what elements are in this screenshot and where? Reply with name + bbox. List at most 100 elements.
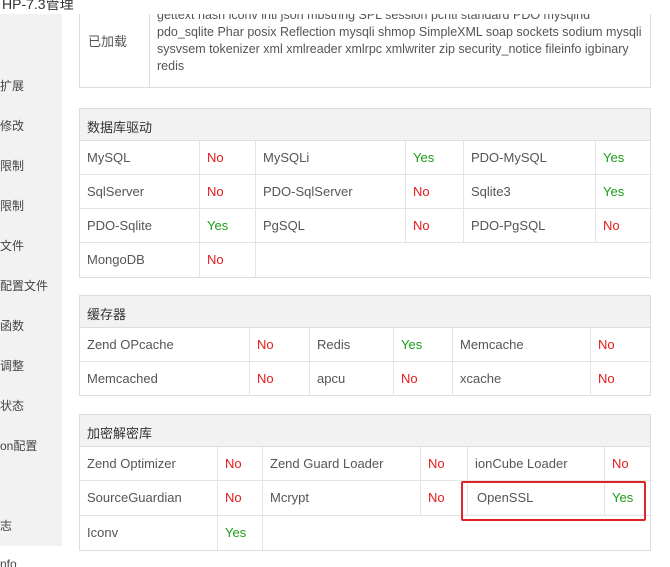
db-driver-grid: MySQL No MySQLi Yes PDO-MySQL Yes SqlSer…: [80, 141, 652, 277]
sidebar-item-phpinfo[interactable]: nfo: [0, 557, 17, 567]
table-cell: Yes: [596, 175, 652, 209]
sidebar-item-files[interactable]: 文件: [0, 237, 24, 254]
crypto-status: No: [428, 456, 445, 471]
table-cell: MySQL: [80, 141, 200, 175]
crypto-status: No: [225, 456, 242, 471]
sidebar-item-log[interactable]: 志: [0, 517, 12, 534]
db-driver-section: 数据库驱动 MySQL No MySQLi Yes PDO-MySQL Yes …: [79, 108, 652, 278]
crypto-header: 加密解密库: [80, 415, 650, 447]
table-cell: Yes: [200, 209, 256, 243]
table-cell: PgSQL: [256, 209, 406, 243]
table-cell: Mcrypt: [263, 481, 421, 516]
sidebar-item-config-file[interactable]: 配置文件: [0, 277, 48, 294]
table-cell: No: [394, 362, 453, 396]
sidebar-item-session-config[interactable]: on配置: [0, 437, 37, 454]
crypto-name: SourceGuardian: [87, 490, 182, 505]
table-cell: Iconv: [80, 516, 218, 551]
driver-status: No: [603, 218, 620, 233]
table-cell: No: [591, 328, 652, 362]
table-cell: SqlServer: [80, 175, 200, 209]
window-title: HP-7.3管理: [2, 0, 74, 12]
cache-name: Redis: [317, 337, 351, 352]
sidebar-item-limit-1[interactable]: 限制: [0, 157, 24, 174]
table-cell: Yes: [394, 328, 453, 362]
table-cell: No: [200, 243, 256, 277]
cache-name: apcu: [317, 371, 346, 386]
sidebar-item-modify[interactable]: 修改: [0, 117, 24, 134]
driver-name: PDO-MySQL: [471, 150, 547, 165]
driver-name: Sqlite3: [471, 184, 511, 199]
cache-status: No: [401, 371, 418, 386]
table-cell: No: [250, 328, 310, 362]
cache-name: Memcache: [460, 337, 524, 352]
driver-name: PDO-Sqlite: [87, 218, 153, 233]
table-cell: xcache: [453, 362, 591, 396]
table-cell: Zend OPcache: [80, 328, 250, 362]
table-cell: Zend Optimizer: [80, 447, 218, 481]
driver-name: MySQLi: [263, 150, 310, 165]
loaded-label-cell: 已加载: [80, 8, 150, 87]
driver-status: No: [207, 252, 224, 267]
sidebar-item-limit-2[interactable]: 限制: [0, 197, 24, 214]
driver-status: No: [207, 150, 224, 165]
cache-status: Yes: [401, 337, 423, 352]
table-cell: MongoDB: [80, 243, 200, 277]
driver-status: Yes: [603, 184, 625, 199]
table-cell: PDO-PgSQL: [464, 209, 596, 243]
loaded-extensions-box: 已加载 gettext hash iconv intl json mbstrin…: [79, 8, 651, 88]
cache-status: No: [257, 337, 274, 352]
main-content: 已加载 gettext hash iconv intl json mbstrin…: [62, 0, 670, 567]
table-cell: No: [218, 481, 263, 516]
window-title-bar: HP-7.3管理: [0, 0, 670, 14]
sidebar-item-status[interactable]: 状态: [0, 397, 24, 414]
table-cell: No: [406, 209, 464, 243]
table-cell: PDO-Sqlite: [80, 209, 200, 243]
cache-grid: Zend OPcache No Redis Yes Memcache No Me…: [80, 328, 652, 396]
sidebar-item-tuning[interactable]: 调整: [0, 357, 24, 374]
driver-name: PDO-PgSQL: [471, 218, 546, 233]
crypto-name: Mcrypt: [270, 490, 309, 505]
sidebar-item-functions[interactable]: 函数: [0, 317, 24, 334]
openssl-highlight-box: [461, 481, 646, 521]
cache-name: xcache: [460, 371, 502, 386]
table-cell: No: [200, 141, 256, 175]
sidebar-item-extensions[interactable]: 扩展: [0, 77, 24, 94]
table-cell: No: [250, 362, 310, 396]
crypto-name: Iconv: [87, 525, 119, 540]
table-cell: No: [218, 447, 263, 481]
table-cell: Yes: [218, 516, 263, 551]
driver-name: MySQL: [87, 150, 131, 165]
table-cell: No: [596, 209, 652, 243]
crypto-name: Zend Optimizer: [87, 456, 176, 471]
cache-status: No: [598, 371, 615, 386]
table-cell: No: [591, 362, 652, 396]
table-cell: No: [406, 175, 464, 209]
table-cell: PDO-SqlServer: [256, 175, 406, 209]
cache-title: 缓存器: [87, 307, 127, 322]
table-cell: Sqlite3: [464, 175, 596, 209]
crypto-name: Zend Guard Loader: [270, 456, 384, 471]
loaded-extensions-list: gettext hash iconv intl json mbstring SP…: [157, 8, 642, 73]
cache-name: Memcached: [87, 371, 158, 386]
table-cell: SourceGuardian: [80, 481, 218, 516]
crypto-status: No: [428, 490, 445, 505]
loaded-label: 已加载: [88, 34, 128, 49]
table-cell: No: [605, 447, 652, 481]
cache-header: 缓存器: [80, 296, 650, 328]
crypto-status: No: [612, 456, 629, 471]
crypto-status: Yes: [225, 525, 247, 540]
table-cell: Redis: [310, 328, 394, 362]
driver-status: Yes: [413, 150, 435, 165]
driver-name: MongoDB: [87, 252, 145, 267]
cache-section: 缓存器 Zend OPcache No Redis Yes Memcache N…: [79, 295, 652, 396]
table-cell: ionCube Loader: [468, 447, 605, 481]
cache-name: Zend OPcache: [87, 337, 174, 352]
driver-status: No: [207, 184, 224, 199]
table-cell: MySQLi: [256, 141, 406, 175]
table-cell: Zend Guard Loader: [263, 447, 421, 481]
table-cell: apcu: [310, 362, 394, 396]
table-cell: Memcached: [80, 362, 250, 396]
sidebar: 扩展 修改 限制 限制 文件 配置文件 函数 调整 状态 on配置 志 nfo: [0, 0, 62, 567]
driver-status: No: [413, 218, 430, 233]
table-cell: No: [200, 175, 256, 209]
